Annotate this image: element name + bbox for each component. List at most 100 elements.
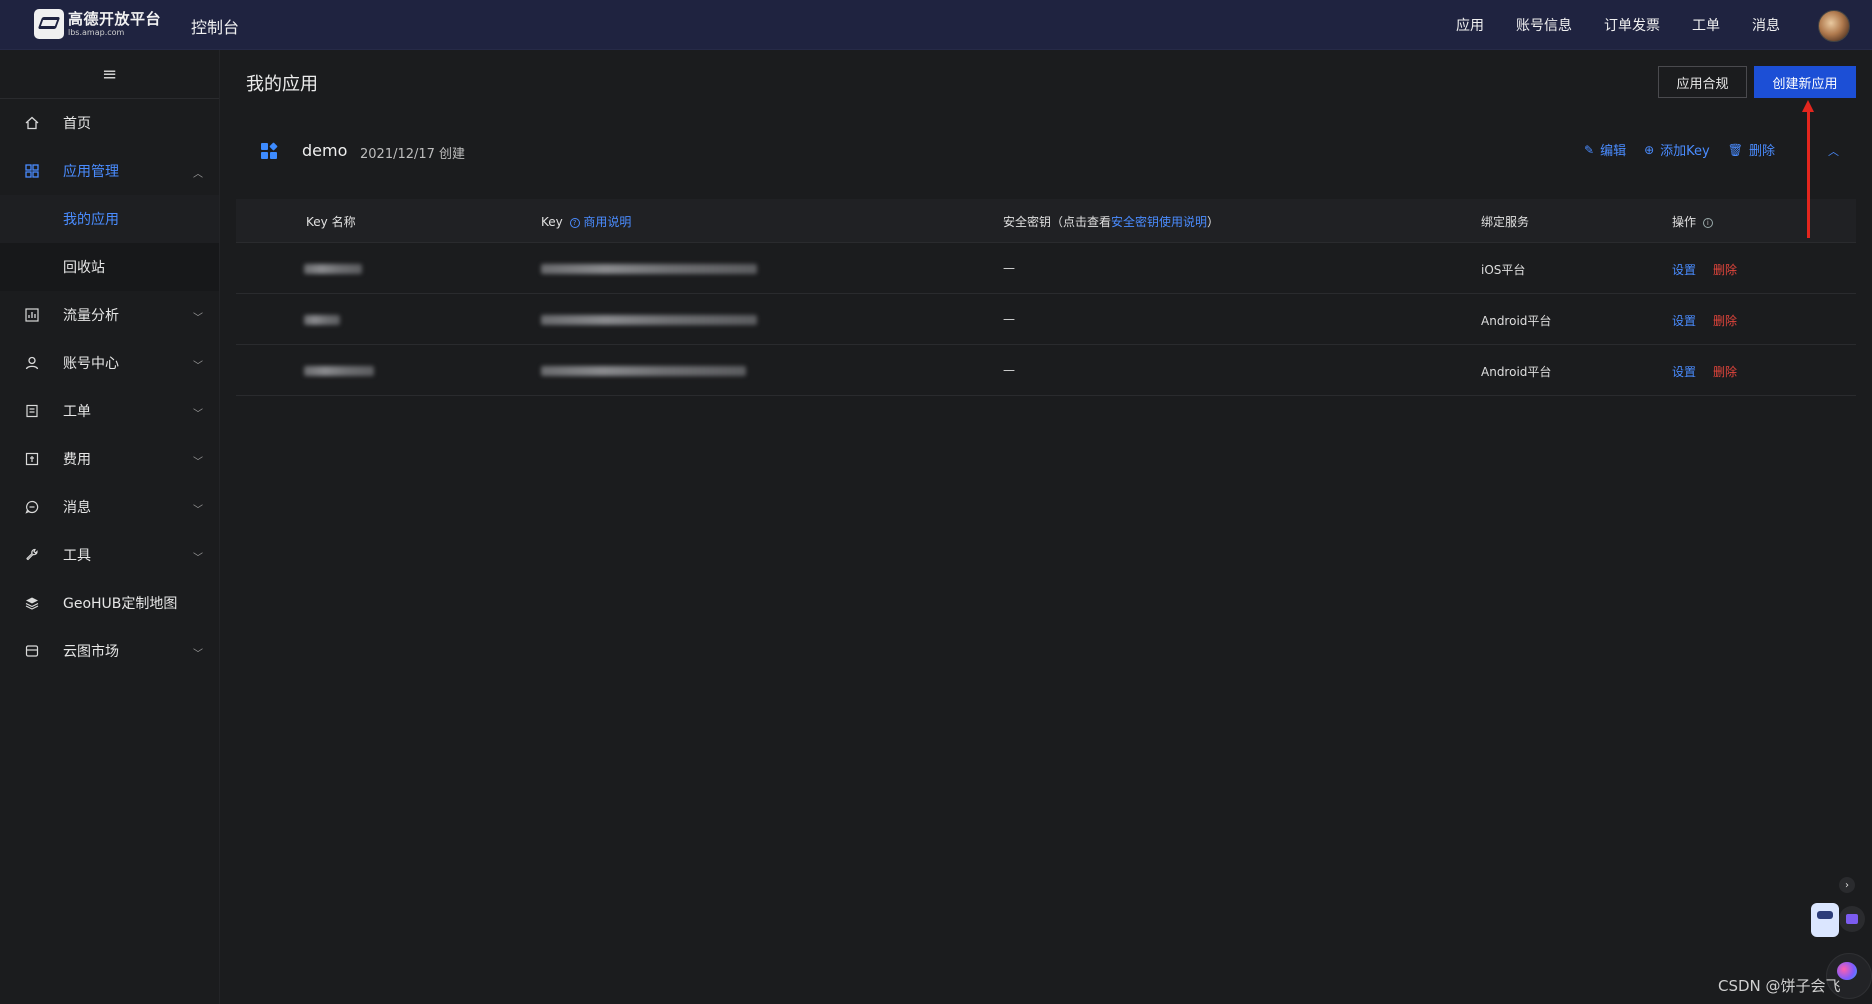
nav-messages[interactable]: 消息 — [1752, 15, 1780, 35]
redacted-key-name — [304, 264, 362, 274]
chevron-down-icon: ﹀ — [193, 649, 203, 660]
app-name: demo — [302, 141, 348, 160]
sidebar-item-cloud-map-market[interactable]: 云图市场 ﹀ — [0, 627, 219, 675]
user-avatar[interactable] — [1818, 10, 1850, 42]
header-security-secret: 安全密钥（点击查看安全密钥使用说明） — [1003, 215, 1220, 229]
home-icon — [24, 115, 40, 131]
menu-toggle-icon[interactable]: ≡ — [0, 50, 219, 99]
header-bound-service: 绑定服务 — [1481, 215, 1530, 229]
delete-key-link[interactable]: 删除 — [1713, 363, 1737, 380]
sidebar-item-label: 回收站 — [63, 260, 105, 276]
app-created-date: 2021/12/17 创建 — [360, 147, 466, 162]
delete-key-link[interactable]: 删除 — [1713, 312, 1737, 329]
sidebar-item-home[interactable]: 首页 — [0, 99, 219, 147]
sidebar-item-label: 应用管理 — [63, 164, 119, 180]
sidebar-item-label: 消息 — [63, 500, 91, 516]
nav-tickets[interactable]: 工单 — [1692, 15, 1720, 35]
sidebar-item-tickets[interactable]: 工单 ﹀ — [0, 387, 219, 435]
delete-key-link[interactable]: 删除 — [1713, 261, 1737, 278]
logo-title: 高德开放平台 — [68, 9, 162, 28]
top-bar: 高德开放平台 lbs.amap.com 控制台 应用 账号信息 订单发票 工单 … — [0, 0, 1872, 50]
sidebar-item-recycle-bin[interactable]: 回收站 — [0, 243, 219, 291]
commercial-terms-link[interactable]: 商用说明 — [583, 215, 631, 229]
delete-app-button[interactable]: 🗑︎ 删除 — [1727, 140, 1775, 160]
sidebar-item-label: 云图市场 — [63, 644, 119, 660]
redacted-key-name — [304, 315, 340, 325]
header-key-name: Key 名称 — [306, 215, 356, 229]
sidebar-item-account-center[interactable]: 账号中心 ﹀ — [0, 339, 219, 387]
sidebar-item-label: 费用 — [63, 452, 91, 468]
assistant-robot-icon[interactable] — [1811, 903, 1839, 937]
secret-usage-link[interactable]: 安全密钥使用说明 — [1111, 215, 1207, 229]
plus-circle-icon: ⊕ — [1644, 142, 1655, 157]
sidebar-item-label: 首页 — [63, 116, 91, 132]
chevron-down-icon: ﹀ — [193, 553, 203, 564]
sidebar: ≡ 首页 应用管理 ︿ 我的应用 回收站 流量分析 ﹀ 账号中心 ﹀ 工单 ﹀ … — [0, 50, 220, 1004]
app-management-submenu: 我的应用 回收站 — [0, 195, 219, 291]
chevron-up-icon: ︿ — [193, 169, 203, 180]
sidebar-item-app-management[interactable]: 应用管理 ︿ — [0, 147, 219, 195]
create-app-button[interactable]: 创建新应用 — [1754, 66, 1856, 98]
sidebar-item-label: 我的应用 — [63, 212, 119, 228]
logo-subtitle: lbs.amap.com — [68, 27, 125, 37]
amap-logo[interactable]: 高德开放平台 lbs.amap.com — [34, 9, 161, 39]
app-card: demo 2021/12/17 创建 ✎ 编辑 ⊕ 添加Key 🗑︎ 删除 ︿ … — [236, 125, 1856, 396]
chevron-down-icon: ﹀ — [193, 361, 203, 372]
main-content: 我的应用 应用合规 创建新应用 demo 2021/12/17 创建 ✎ 编辑 … — [221, 50, 1872, 1004]
billing-icon — [24, 451, 40, 467]
chevron-right-icon[interactable]: › — [1839, 877, 1855, 893]
console-title[interactable]: 控制台 — [191, 14, 239, 38]
question-icon: ? — [569, 217, 580, 228]
sidebar-item-messages[interactable]: 消息 ﹀ — [0, 483, 219, 531]
sidebar-item-traffic-analysis[interactable]: 流量分析 ﹀ — [0, 291, 219, 339]
app-grid-icon — [261, 142, 278, 159]
app-compliance-button[interactable]: 应用合规 — [1658, 66, 1747, 98]
sidebar-item-label: 流量分析 — [63, 308, 119, 324]
header-key: Key ? 商用说明 — [541, 215, 632, 229]
edit-app-button[interactable]: ✎ 编辑 — [1584, 140, 1626, 160]
settings-link[interactable]: 设置 — [1672, 261, 1696, 278]
edit-icon: ✎ — [1584, 142, 1595, 157]
top-nav: 应用 账号信息 订单发票 工单 消息 — [1456, 0, 1780, 50]
amap-logo-icon — [34, 9, 64, 39]
sidebar-item-tools[interactable]: 工具 ﹀ — [0, 531, 219, 579]
header-operations: 操作 i — [1672, 213, 1713, 230]
chart-icon — [24, 307, 40, 323]
nav-account-info[interactable]: 账号信息 — [1516, 15, 1572, 35]
sidebar-item-label: 工单 — [63, 404, 91, 420]
chevron-up-icon[interactable]: ︿ — [1828, 143, 1839, 159]
trash-icon: 🗑︎ — [1727, 142, 1743, 157]
info-icon: i — [1702, 217, 1713, 228]
chevron-down-icon: ﹀ — [193, 409, 203, 420]
message-icon — [24, 499, 40, 515]
annotation-arrow — [1807, 104, 1810, 238]
sidebar-item-geohub[interactable]: GeoHUB定制地图 — [0, 579, 219, 627]
redacted-key — [541, 366, 746, 376]
redacted-key — [541, 315, 757, 325]
sidebar-item-label: GeoHUB定制地图 — [63, 596, 178, 612]
chevron-down-icon: ﹀ — [193, 313, 203, 324]
sidebar-item-billing[interactable]: 费用 ﹀ — [0, 435, 219, 483]
bound-service: Android平台 — [1481, 314, 1552, 328]
settings-link[interactable]: 设置 — [1672, 312, 1696, 329]
csdn-watermark: CSDN @饼子会飞 — [1718, 977, 1841, 995]
redacted-key-name — [304, 366, 374, 376]
store-icon — [24, 643, 40, 659]
bound-service: iOS平台 — [1481, 263, 1526, 277]
ticket-icon — [24, 403, 40, 419]
settings-link[interactable]: 设置 — [1672, 363, 1696, 380]
user-icon — [24, 355, 40, 371]
sidebar-item-label: 工具 — [63, 548, 91, 564]
chevron-down-icon: ﹀ — [193, 505, 203, 516]
sidebar-item-my-apps[interactable]: 我的应用 — [0, 195, 219, 243]
add-key-button[interactable]: ⊕ 添加Key — [1644, 140, 1710, 160]
nav-orders-invoices[interactable]: 订单发票 — [1604, 15, 1660, 35]
layers-icon — [24, 595, 40, 611]
nav-apps[interactable]: 应用 — [1456, 15, 1484, 35]
book-icon[interactable] — [1839, 906, 1865, 932]
table-row: — iOS平台 设置 删除 — [236, 243, 1856, 294]
app-actions: ✎ 编辑 ⊕ 添加Key 🗑︎ 删除 — [1584, 140, 1775, 160]
page-title: 我的应用 — [246, 74, 318, 95]
app-card-header: demo 2021/12/17 创建 ✎ 编辑 ⊕ 添加Key 🗑︎ 删除 ︿ — [236, 125, 1856, 199]
sidebar-item-label: 账号中心 — [63, 356, 119, 372]
